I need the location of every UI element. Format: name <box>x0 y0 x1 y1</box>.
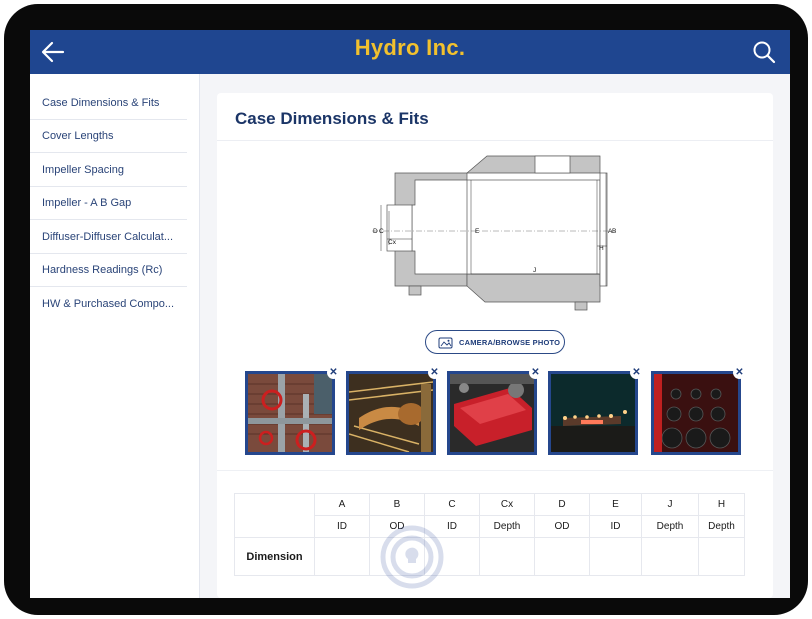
column-type: ID <box>314 515 370 538</box>
label-b: B <box>612 228 616 235</box>
dimension-input-j[interactable] <box>641 537 699 576</box>
column-letter: J <box>641 493 699 516</box>
sidebar-item-impeller-spacing[interactable]: Impeller Spacing <box>30 154 187 187</box>
photo-thumbnail-engine[interactable] <box>447 371 537 455</box>
app-screen: Hydro Inc. Case Dimensions & Fits Cover … <box>30 30 790 598</box>
label-e: E <box>475 228 480 235</box>
remove-photo-button[interactable]: ✕ <box>529 366 542 379</box>
close-icon: ✕ <box>430 367 439 378</box>
dimension-input-e[interactable] <box>589 537 642 576</box>
search-icon <box>753 41 776 64</box>
sidebar-item-label: Cover Lengths <box>42 130 114 142</box>
dimension-input-cx[interactable] <box>479 537 535 576</box>
sidebar-item-cover-lengths[interactable]: Cover Lengths <box>30 120 187 153</box>
sidebar: Case Dimensions & Fits Cover Lengths Imp… <box>30 74 200 598</box>
label-j: J <box>533 267 536 274</box>
sidebar-item-label: Diffuser-Diffuser Calculat... <box>42 231 174 243</box>
tablet-frame: Hydro Inc. Case Dimensions & Fits Cover … <box>4 4 808 615</box>
camera-browse-button[interactable]: CAMERA/BROWSE PHOTO <box>425 330 565 354</box>
sidebar-item-label: Impeller - A B Gap <box>42 197 132 209</box>
column-type: ID <box>589 515 642 538</box>
column-type: Depth <box>698 515 745 538</box>
column-letter: H <box>698 493 745 516</box>
photo-thumbnail-valves[interactable] <box>245 371 335 455</box>
case-diagram: D C Cx E J H A B <box>372 155 616 311</box>
remove-photo-button[interactable]: ✕ <box>327 366 340 379</box>
sidebar-item-label: Impeller Spacing <box>42 164 124 176</box>
sidebar-item-label: HW & Purchased Compo... <box>42 298 175 310</box>
sidebar-item-case-dimensions[interactable]: Case Dimensions & Fits <box>30 87 187 120</box>
engine-photo <box>450 374 534 452</box>
column-letter: A <box>314 493 370 516</box>
label-cx: Cx <box>388 239 397 246</box>
table-corner <box>234 493 315 538</box>
sidebar-item-hw-purchased[interactable]: HW & Purchased Compo... <box>30 288 187 321</box>
page-title: Case Dimensions & Fits <box>235 109 429 128</box>
column-letter: E <box>589 493 642 516</box>
column-type: Depth <box>479 515 535 538</box>
remove-photo-button[interactable]: ✕ <box>428 366 441 379</box>
valves-photo <box>248 374 332 452</box>
night-plant-photo <box>551 374 635 452</box>
divider <box>217 140 773 141</box>
watermark-logo <box>380 525 444 589</box>
photo-thumbnail-pipes[interactable] <box>346 371 436 455</box>
sidebar-item-label: Hardness Readings (Rc) <box>42 264 163 276</box>
sidebar-item-impeller-ab-gap[interactable]: Impeller - A B Gap <box>30 187 187 220</box>
column-letter: Cx <box>479 493 535 516</box>
label-c: C <box>379 228 384 235</box>
sidebar-item-label: Case Dimensions & Fits <box>42 97 160 109</box>
dimension-input-h[interactable] <box>698 537 745 576</box>
column-type: Depth <box>641 515 699 538</box>
dimension-input-a[interactable] <box>314 537 370 576</box>
close-icon: ✕ <box>632 367 641 378</box>
column-letter: B <box>369 493 425 516</box>
dimension-table: A B C Cx D E J H ID OD ID Depth OD ID De… <box>234 493 745 576</box>
sidebar-item-hardness-readings[interactable]: Hardness Readings (Rc) <box>30 254 187 287</box>
divider <box>217 470 773 471</box>
camera-button-label: CAMERA/BROWSE PHOTO <box>459 338 561 347</box>
photo-icon <box>438 337 453 349</box>
photo-thumbnail-bolts[interactable] <box>651 371 741 455</box>
search-button[interactable] <box>749 37 779 67</box>
table-row: Dimension <box>234 537 745 576</box>
sidebar-item-diffuser-calc[interactable]: Diffuser-Diffuser Calculat... <box>30 221 187 254</box>
pipes-photo <box>349 374 433 452</box>
remove-photo-button[interactable]: ✕ <box>733 366 746 379</box>
bolts-photo <box>654 374 738 452</box>
label-h: H <box>599 245 604 252</box>
column-letter: D <box>534 493 590 516</box>
column-type: OD <box>534 515 590 538</box>
remove-photo-button[interactable]: ✕ <box>630 366 643 379</box>
column-letter: C <box>424 493 480 516</box>
app-header: Hydro Inc. <box>30 30 790 74</box>
app-title: Hydro Inc. <box>354 35 466 60</box>
row-label: Dimension <box>234 537 315 576</box>
close-icon: ✕ <box>735 367 744 378</box>
main-card: Case Dimensions & Fits D C Cx E J H A B … <box>217 93 773 598</box>
dimension-input-d[interactable] <box>534 537 590 576</box>
label-d: D <box>373 228 378 235</box>
table-header-letters: A B C Cx D E J H <box>234 493 745 538</box>
close-icon: ✕ <box>531 367 540 378</box>
photo-thumbnail-night-plant[interactable] <box>548 371 638 455</box>
close-icon: ✕ <box>329 367 338 378</box>
